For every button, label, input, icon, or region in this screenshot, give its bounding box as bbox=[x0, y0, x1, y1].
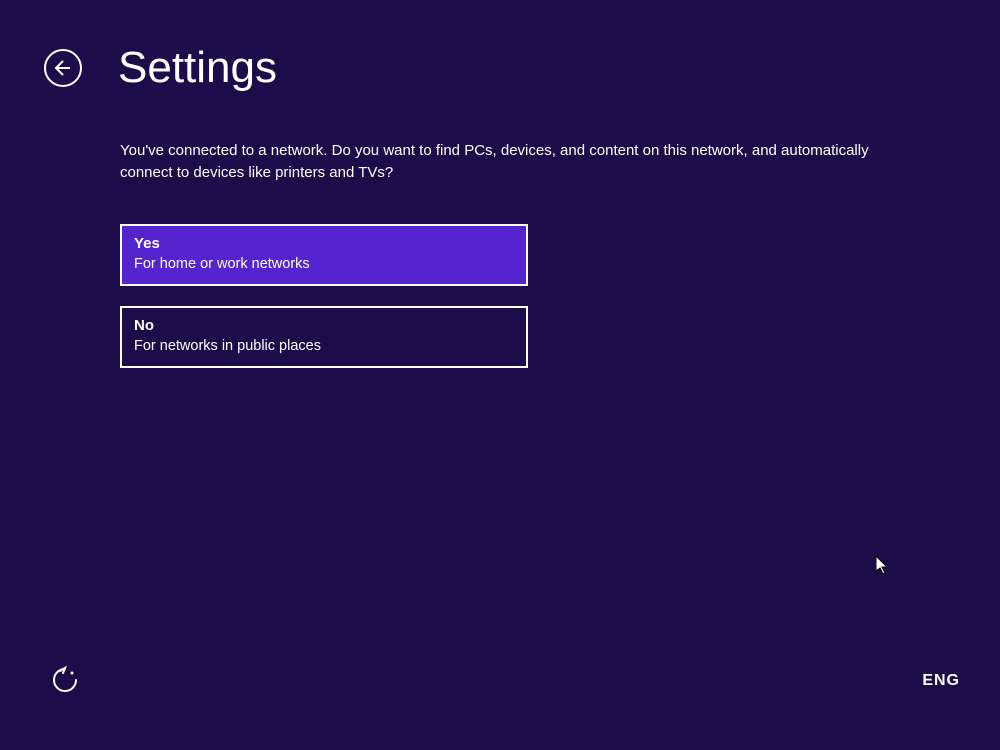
back-button[interactable] bbox=[44, 49, 82, 87]
language-indicator[interactable]: ENG bbox=[922, 672, 960, 690]
mouse-cursor-icon bbox=[876, 556, 890, 576]
option-no-title: No bbox=[134, 316, 514, 336]
arrow-left-icon bbox=[53, 58, 73, 78]
ease-of-access-icon bbox=[50, 665, 80, 695]
option-yes[interactable]: Yes For home or work networks bbox=[120, 224, 528, 286]
ease-of-access-button[interactable] bbox=[50, 665, 80, 695]
prompt-text: You've connected to a network. Do you wa… bbox=[120, 140, 880, 184]
option-yes-subtitle: For home or work networks bbox=[134, 254, 514, 274]
page-title: Settings bbox=[118, 46, 277, 90]
option-no[interactable]: No For networks in public places bbox=[120, 306, 528, 368]
option-yes-title: Yes bbox=[134, 234, 514, 254]
option-no-subtitle: For networks in public places bbox=[134, 336, 514, 356]
